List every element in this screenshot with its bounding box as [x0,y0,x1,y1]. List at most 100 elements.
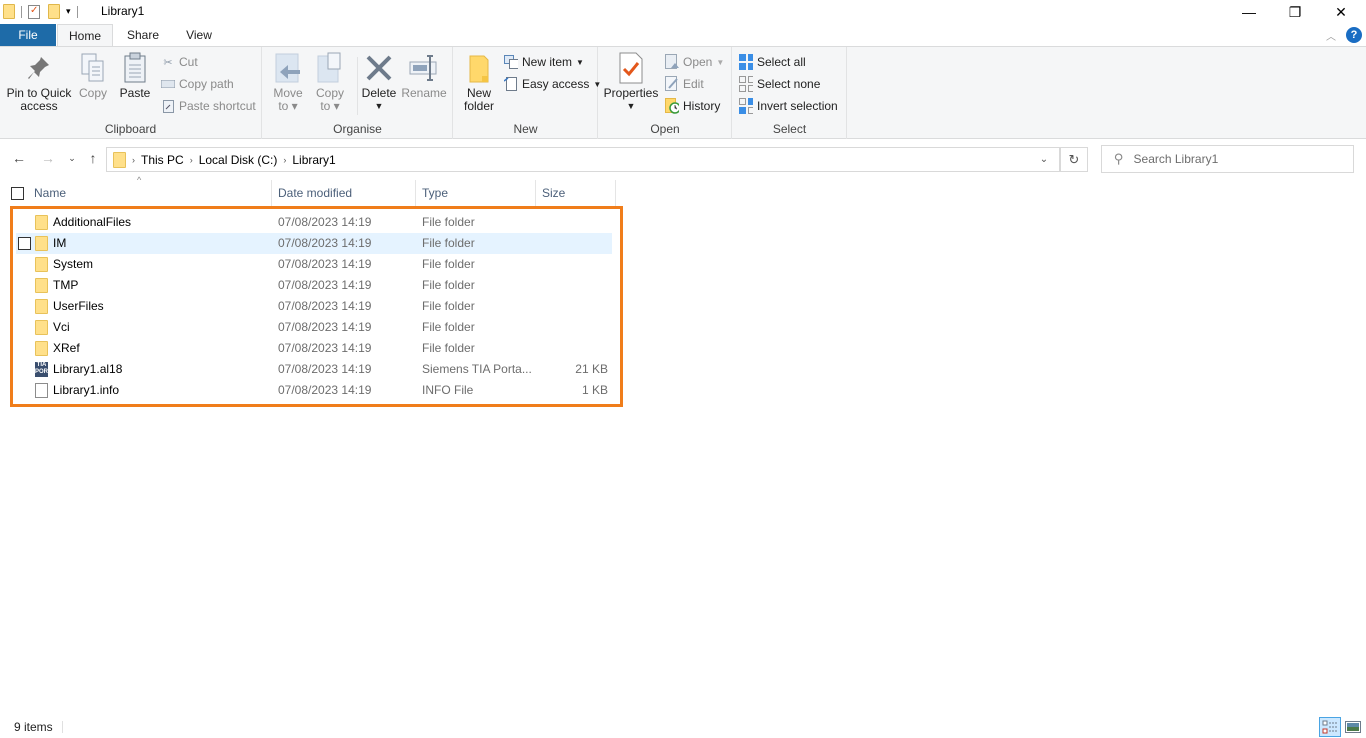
folder-icon [35,236,48,251]
list-item[interactable]: System 07/08/2023 14:19 File folder [16,254,612,275]
open-button[interactable]: Open ▼ [665,52,724,72]
new-folder-button[interactable]: New folder [462,51,496,113]
column-type[interactable]: Type [416,180,536,206]
delete-x-icon [363,51,395,85]
breadcrumb-library1[interactable]: Library1 [292,153,335,167]
copy-to-button[interactable]: Copy to ▾ [313,51,347,113]
rename-button[interactable]: Rename [401,51,447,100]
ribbon: Pin to Quick access Copy Paste ✂ Cut Cop… [0,46,1366,139]
address-bar[interactable]: › This PC › Local Disk (C:) › Library1 ⌄ [106,147,1060,172]
open-group: Properties ▼ Open ▼ Edit History Open [599,47,732,139]
tab-file[interactable]: File [0,24,56,46]
history-icon [665,98,679,114]
list-item[interactable]: Vci 07/08/2023 14:19 File folder [16,317,612,338]
tab-home[interactable]: Home [57,24,113,47]
paste-shortcut-icon [161,99,175,113]
details-view-button[interactable] [1319,717,1341,737]
help-icon[interactable]: ? [1346,27,1362,43]
clipboard-group: Pin to Quick access Copy Paste ✂ Cut Cop… [0,47,262,139]
copy-icon [77,51,109,85]
easy-access-icon [504,77,518,91]
minimize-ribbon-icon[interactable]: ︿ [1326,28,1336,43]
close-button[interactable]: ✕ [1318,0,1364,24]
column-name[interactable]: Name [28,180,272,206]
easy-access-button[interactable]: Easy access ▼ [504,74,601,94]
history-button[interactable]: History [665,96,720,116]
refresh-button[interactable]: ↻ [1060,147,1088,172]
paste-icon [119,51,151,85]
chevron-right-icon[interactable]: › [283,155,286,165]
file-list: AdditionalFiles 07/08/2023 14:19 File fo… [16,212,612,401]
list-item[interactable]: Library1.info 07/08/2023 14:19 INFO File… [16,380,612,401]
large-icons-view-icon [1345,721,1361,733]
pin-icon [23,51,55,85]
item-count: 9 items [14,720,53,734]
up-button[interactable]: ↑ [84,150,102,166]
organise-group: Move to ▾ Copy to ▾ Delete ▼ Rename Orga… [263,47,453,139]
list-item[interactable]: XRef 07/08/2023 14:19 File folder [16,338,612,359]
large-icons-view-button[interactable] [1342,717,1364,737]
recent-locations-dropdown[interactable]: ⌄ [63,153,81,164]
select-all-button[interactable]: Select all [739,52,806,72]
cut-button[interactable]: ✂ Cut [161,52,197,72]
breadcrumb-local-disk[interactable]: Local Disk (C:) [199,153,278,167]
column-headers: Name Date modified Type Size [0,180,620,206]
pin-to-quick-access-button[interactable]: Pin to Quick access [6,51,72,113]
restore-button[interactable]: ❐ [1272,0,1318,24]
breadcrumb-this-pc[interactable]: This PC [141,153,184,167]
paste-shortcut-button[interactable]: Paste shortcut [161,96,256,116]
folder-icon [35,341,48,356]
new-folder-icon[interactable] [48,4,60,19]
select-group: Select all Select none Invert selection … [733,47,847,139]
folder-icon [35,278,48,293]
new-group-label: New [513,122,538,136]
folder-icon [113,151,126,168]
chevron-right-icon[interactable]: › [190,155,193,165]
tab-view[interactable]: View [175,24,223,46]
delete-dropdown-icon[interactable]: ▼ [375,100,384,113]
properties-button[interactable]: Properties ▼ [603,51,659,113]
list-item[interactable]: UserFiles 07/08/2023 14:19 File folder [16,296,612,317]
forward-button[interactable]: → [39,150,57,166]
properties-dropdown-icon[interactable]: ▼ [627,100,636,113]
select-none-button[interactable]: Select none [739,74,820,94]
tab-share[interactable]: Share [118,24,168,46]
copy-button[interactable]: Copy [78,51,108,100]
address-dropdown-icon[interactable]: ⌄ [1029,148,1059,171]
delete-button[interactable]: Delete ▼ [361,51,397,113]
edit-button[interactable]: Edit [665,74,704,94]
search-input[interactable]: ⚲ Search Library1 [1101,145,1354,173]
paste-button[interactable]: Paste [118,51,152,100]
list-item[interactable]: AdditionalFiles 07/08/2023 14:19 File fo… [16,212,612,233]
back-button[interactable]: ← [10,150,28,166]
minimize-button[interactable]: — [1226,0,1272,24]
list-item[interactable]: TIA POR Library1.al18 07/08/2023 14:19 Si… [16,359,612,380]
chevron-right-icon[interactable]: › [132,155,135,165]
rename-icon [408,51,440,85]
list-item[interactable]: IM 07/08/2023 14:19 File folder [16,233,612,254]
divider [357,57,358,115]
folder-icon [3,4,15,19]
column-date-modified[interactable]: Date modified [272,180,416,206]
folder-icon [35,320,48,335]
new-item-icon [504,55,518,69]
open-group-label: Open [650,122,680,136]
list-item[interactable]: TMP 07/08/2023 14:19 File folder [16,275,612,296]
status-bar: 9 items [0,716,1366,738]
copy-path-button[interactable]: Copy path [161,74,234,94]
title-bar: ▾ Library1 — ❐ ✕ [0,0,1366,24]
copy-path-icon [161,77,175,91]
customize-dropdown-icon[interactable]: ▾ [66,6,71,17]
new-item-button[interactable]: New item ▼ [504,52,584,72]
divider [21,5,22,18]
invert-selection-button[interactable]: Invert selection [739,96,838,116]
new-folder-icon [463,51,495,85]
column-size[interactable]: Size [536,180,616,206]
row-checkbox[interactable] [18,237,31,250]
new-group: New folder New item ▼ Easy access ▼ New [454,47,601,139]
invert-selection-icon [739,98,753,114]
breadcrumb: › This PC › Local Disk (C:) › Library1 [107,151,336,168]
properties-icon[interactable] [28,4,40,19]
move-to-button[interactable]: Move to ▾ [271,51,305,113]
quick-access-toolbar: ▾ [3,4,84,19]
